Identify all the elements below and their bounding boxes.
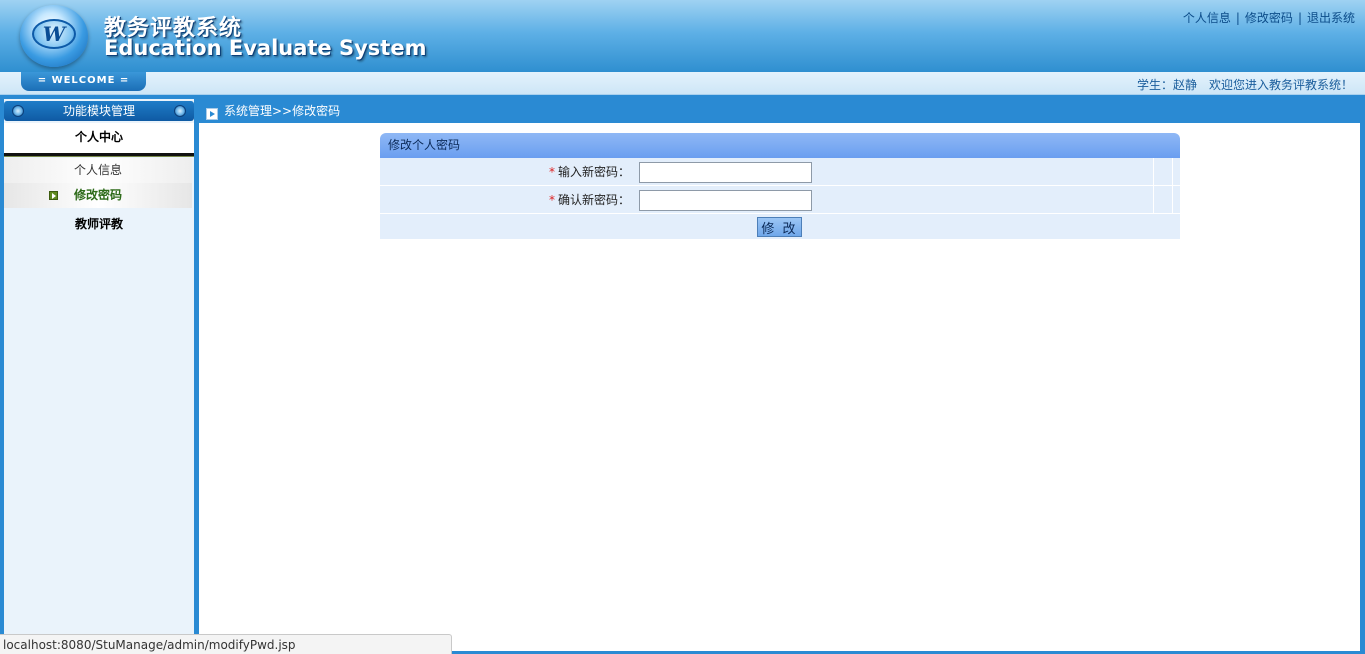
sidebar-section-personal-center[interactable]: 个人中心 <box>4 123 194 153</box>
logout-link[interactable]: 退出系统 <box>1307 11 1355 25</box>
required-mark: * <box>548 165 555 179</box>
form-row-new-password: * 输入新密码： <box>380 158 1180 186</box>
welcome-message: 欢迎您进入教务评教系统！ <box>1208 78 1353 92</box>
field-label: 确认新密码： <box>557 193 630 207</box>
sidebar-item-change-password[interactable]: 修改密码 <box>4 183 192 208</box>
link-separator: | <box>1235 11 1240 25</box>
cell-divider <box>1172 158 1173 186</box>
cell-divider <box>1153 158 1154 186</box>
sidebar-item-personal-info[interactable]: 个人信息 <box>4 158 192 183</box>
header-banner: W 教务评教系统 Education Evaluate System 个人信息 |… <box>0 0 1365 72</box>
new-password-label: * 输入新密码： <box>549 158 630 186</box>
confirm-password-input[interactable] <box>639 190 812 211</box>
browser-status-bar: localhost:8080/StuManage/admin/modifyPwd… <box>0 634 452 654</box>
modify-button[interactable]: 修 改 <box>757 217 802 237</box>
sidebar-header: 功能模块管理 <box>4 101 194 121</box>
form-title: 修改个人密码 <box>380 133 1180 158</box>
field-label: 输入新密码： <box>557 165 630 179</box>
orb-icon <box>12 105 24 117</box>
breadcrumb-text: 系统管理>>修改密码 <box>224 104 341 118</box>
sidebar: 功能模块管理 个人中心 个人信息 修改密码 教师评教 <box>4 99 194 654</box>
welcome-tab: = WELCOME = <box>21 72 146 91</box>
arrow-right-icon <box>206 108 218 120</box>
sidebar-item-label: 个人信息 <box>73 163 122 177</box>
required-mark: * <box>548 193 555 207</box>
change-password-link[interactable]: 修改密码 <box>1245 11 1293 25</box>
arrow-right-icon <box>49 191 58 200</box>
cell-divider <box>1153 186 1154 214</box>
logo-icon: W <box>20 5 88 67</box>
sidebar-divider <box>4 153 194 157</box>
confirm-password-label: * 确认新密码： <box>549 186 630 214</box>
welcome-bar: = WELCOME = 学生：赵静 欢迎您进入教务评教系统！ <box>0 72 1365 95</box>
app-title-en: Education Evaluate System <box>104 36 427 60</box>
user-greeting: 学生：赵静 欢迎您进入教务评教系统！ <box>1137 76 1353 93</box>
sidebar-title: 功能模块管理 <box>62 104 135 118</box>
cell-divider <box>1172 186 1173 214</box>
orb-icon <box>174 105 186 117</box>
sidebar-item-label: 修改密码 <box>73 188 122 202</box>
form-row-confirm-password: * 确认新密码： <box>380 186 1180 214</box>
main-content: 修改个人密码 * 输入新密码： * 确认新密码： 修 改 <box>199 123 1360 651</box>
user-label: 学生：赵静 <box>1136 78 1197 92</box>
change-password-form: 修改个人密码 * 输入新密码： * 确认新密码： 修 改 <box>380 133 1180 239</box>
personal-info-link[interactable]: 个人信息 <box>1183 11 1231 25</box>
sidebar-section-teacher-evaluation[interactable]: 教师评教 <box>4 211 194 237</box>
logo-letter: W <box>32 19 76 49</box>
top-links: 个人信息 | 修改密码 | 退出系统 <box>1183 9 1355 26</box>
new-password-input[interactable] <box>639 162 812 183</box>
link-separator: | <box>1297 11 1302 25</box>
form-row-submit: 修 改 <box>380 214 1180 239</box>
breadcrumb: 系统管理>>修改密码 <box>206 102 340 120</box>
